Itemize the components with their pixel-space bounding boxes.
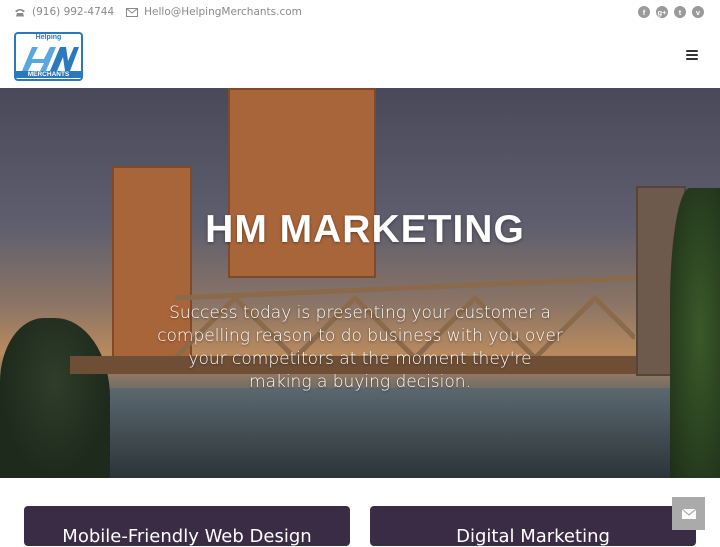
envelope-icon	[681, 508, 696, 519]
contact-mail-button[interactable]	[672, 497, 705, 530]
trees-left	[0, 318, 110, 478]
email-address[interactable]: Hello@HelpingMerchants.com	[144, 6, 302, 18]
top-contact-bar: (916) 992-4744 Hello@HelpingMerchants.co…	[0, 0, 720, 24]
facebook-icon[interactable]: f	[638, 6, 650, 18]
helping-merchants-logo[interactable]: Helping MERCHANTS	[14, 32, 83, 81]
card-digital-marketing[interactable]: Digital Marketing	[370, 506, 696, 547]
card-web-design-label: Mobile-Friendly Web Design	[62, 526, 312, 547]
logo-text-merchants: MERCHANTS	[16, 71, 81, 78]
social-links: f g+ t v	[638, 6, 704, 18]
twitter-icon[interactable]: t	[674, 6, 686, 18]
phone-number[interactable]: (916) 992-4744	[32, 6, 114, 18]
logo-text-helping: Helping	[35, 34, 62, 41]
site-header: Helping MERCHANTS	[0, 24, 720, 88]
envelope-icon	[126, 7, 139, 17]
hero-title: HM MARKETING	[205, 208, 525, 251]
phone-contact[interactable]: (916) 992-4744	[14, 6, 114, 18]
card-web-design[interactable]: Mobile-Friendly Web Design	[24, 506, 350, 547]
googleplus-icon[interactable]: g+	[656, 6, 668, 18]
phone-icon	[15, 8, 25, 16]
card-digital-marketing-label: Digital Marketing	[456, 526, 610, 547]
vimeo-icon[interactable]: v	[692, 6, 704, 18]
hero-subtitle: Success today is presenting your custome…	[157, 303, 563, 392]
hm-logo-mark	[22, 47, 79, 71]
hero-banner: HM MARKETING Success today is presenting…	[0, 88, 720, 478]
email-contact[interactable]: Hello@HelpingMerchants.com	[126, 6, 302, 18]
hamburger-menu-icon[interactable]	[686, 50, 698, 60]
